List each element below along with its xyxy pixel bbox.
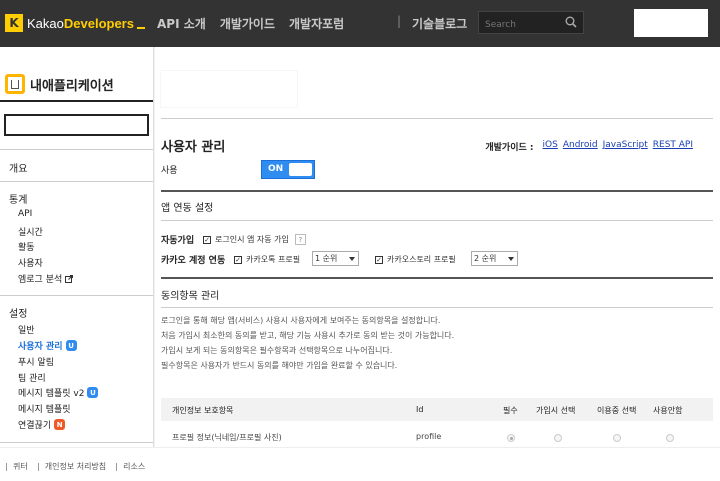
column-header: Id — [416, 405, 424, 414]
nav-divider: | — [397, 14, 402, 28]
not-used-radio[interactable] — [666, 434, 674, 442]
kakaotalk-profile-option[interactable]: ✓ 카카오톡 프로필 — [234, 254, 300, 265]
column-header: 필수 — [503, 406, 518, 415]
divider — [161, 118, 713, 119]
consent-description: 로그인을 통해 해당 앱(서비스) 사용시 사용자에게 보여주는 동의항목을 설… — [161, 316, 455, 370]
search-input[interactable] — [479, 14, 559, 36]
account-link-label: 카카오 계정 연동 — [161, 256, 226, 266]
divider — [0, 181, 153, 182]
footer: 퀴터 개인정보 처리방침 리소스 — [0, 447, 720, 481]
sidebar-item-users[interactable]: 사용자 — [18, 256, 43, 269]
sidebar-item-log-analysis[interactable]: 엠로그 분석 — [18, 272, 74, 285]
sidebar: 내애플리케이션 개요 통계 API 실시간 활동 사용자 엠로그 분석 설정 일… — [0, 47, 154, 447]
nav-dev-forum[interactable]: 개발자포럼 — [289, 15, 344, 32]
divider — [0, 295, 153, 296]
divider — [161, 277, 713, 279]
toggle-knob — [289, 163, 312, 176]
main-content: 사용자 관리 개발가이드 : iOS Android JavaScript RE… — [155, 47, 720, 447]
auto-join-checkbox[interactable]: ✓ — [203, 235, 211, 244]
new-badge: N — [54, 419, 66, 430]
update-badge: U — [87, 387, 99, 398]
nav-api-intro[interactable]: API 소개 — [157, 15, 206, 32]
divider — [161, 220, 713, 221]
use-label: 사용 — [161, 166, 178, 176]
use-toggle[interactable]: ON — [261, 160, 315, 179]
help-icon[interactable]: ? — [294, 234, 306, 245]
kakaostory-profile-checkbox[interactable]: ✓ — [375, 255, 383, 264]
kakaotalk-rank-select[interactable]: 1 순위 — [312, 251, 359, 266]
kakao-developers-logo[interactable]: K KakaoDevelopers — [5, 13, 145, 33]
divider — [0, 149, 153, 150]
divider — [161, 190, 713, 192]
sidebar-item-push[interactable]: 푸시 알림 — [18, 355, 54, 368]
guide-link-javascript[interactable]: JavaScript — [603, 140, 648, 153]
page-title: 사용자 관리 — [161, 140, 226, 155]
dev-guide-links: 개발가이드 : iOS Android JavaScript REST API — [485, 140, 693, 153]
top-navigation-bar: K KakaoDevelopers API 소개 개발가이드 개발자포럼 | 기… — [0, 0, 720, 47]
column-header: 개인정보 보호항목 — [172, 406, 234, 415]
sidebar-item-team[interactable]: 팀 관리 — [18, 371, 46, 384]
chevron-down-icon — [508, 256, 514, 261]
sidebar-heading-settings: 설정 — [9, 309, 28, 320]
column-header: 가입시 선택 — [536, 406, 576, 415]
nav-tech-blog[interactable]: 기술블로그 — [412, 15, 467, 32]
consent-item-name: 프로필 정보(닉네임/프로필 사진) — [172, 433, 282, 442]
footer-link-resources[interactable]: 리소스 — [116, 461, 145, 472]
app-title: 내애플리케이션 — [5, 74, 114, 94]
consent-item-id: profile — [416, 432, 442, 441]
sidebar-item-message-template[interactable]: 메시지 템플릿 — [18, 402, 71, 415]
signup-optional-radio[interactable] — [554, 434, 562, 442]
column-header: 사용안함 — [653, 406, 683, 415]
consent-table-header: 개인정보 보호항목 Id 필수 가입시 선택 이용중 선택 사용안함 — [161, 398, 713, 421]
required-radio[interactable] — [507, 434, 515, 442]
kakaotalk-profile-checkbox[interactable]: ✓ — [234, 255, 242, 264]
search-icon[interactable] — [565, 16, 577, 28]
sidebar-item-overview[interactable]: 개요 — [9, 160, 27, 175]
chevron-down-icon — [349, 256, 355, 261]
sidebar-heading-stats: 통계 — [9, 195, 28, 206]
divider — [161, 307, 713, 308]
app-selector[interactable] — [4, 114, 149, 136]
consent-management-title: 동의항목 관리 — [161, 291, 220, 302]
divider — [0, 100, 153, 102]
footer-link-privacy[interactable]: 개인정보 처리방침 — [38, 461, 106, 472]
update-badge: U — [65, 340, 77, 351]
search-box[interactable] — [478, 11, 584, 36]
sidebar-item-activity[interactable]: 활동 — [18, 240, 35, 253]
footer-link[interactable]: 퀴터 — [6, 461, 28, 472]
guide-link-rest-api[interactable]: REST API — [653, 140, 693, 153]
auto-join-label: 자동가입 — [161, 236, 195, 246]
kakao-k-icon: K — [5, 14, 23, 32]
nav-dev-guide[interactable]: 개발가이드 — [220, 15, 275, 32]
main-nav: API 소개 개발가이드 개발자포럼 — [157, 15, 358, 32]
kakaostory-rank-select[interactable]: 2 순위 — [471, 251, 518, 266]
sidebar-item-unlink[interactable]: 연결끊기 N — [18, 418, 66, 431]
sidebar-item-message-template-v2[interactable]: 메시지 템플릿 v2 U — [18, 386, 99, 399]
app-icon — [5, 74, 25, 94]
guide-link-ios[interactable]: iOS — [543, 140, 558, 153]
auto-join-option[interactable]: ✓ 로그인시 앱 자동 가입 ? — [203, 234, 306, 245]
guide-link-android[interactable]: Android — [563, 140, 598, 153]
user-account-box[interactable] — [634, 9, 708, 37]
sidebar-item-user-management[interactable]: 사용자 관리 U — [18, 339, 77, 352]
in-use-optional-radio[interactable] — [613, 434, 621, 442]
column-header: 이용중 선택 — [597, 406, 637, 415]
divider — [0, 442, 153, 443]
sidebar-item-api[interactable]: API — [18, 209, 32, 219]
sidebar-item-realtime[interactable]: 실시간 — [18, 225, 43, 238]
sidebar-item-general[interactable]: 일반 — [18, 323, 35, 336]
app-link-settings-title: 앱 연동 설정 — [161, 203, 214, 214]
footer-links: 퀴터 개인정보 처리방침 리소스 — [6, 461, 155, 472]
kakaostory-profile-option[interactable]: ✓ 카카오스토리 프로필 — [375, 254, 456, 265]
logo-cursor-icon — [136, 17, 145, 29]
app-banner-area — [160, 70, 298, 108]
external-link-icon — [65, 274, 74, 283]
